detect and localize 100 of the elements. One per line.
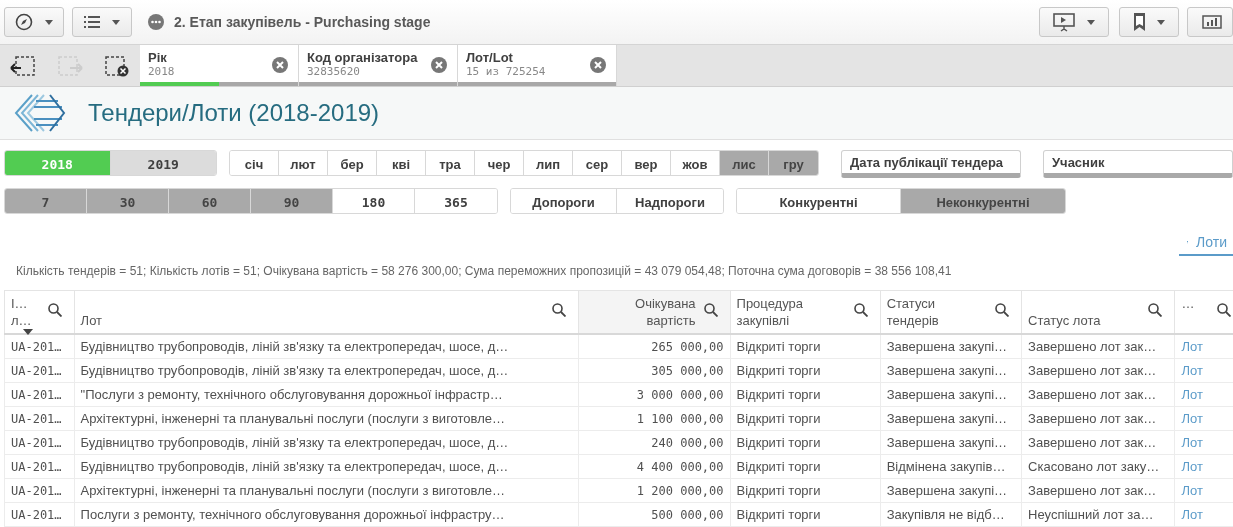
sheet-title: 2. Етап закупівель - Purchasing stage xyxy=(174,14,431,30)
table-cell: Завершена закупі… xyxy=(886,411,1008,426)
table-cell: Відкриті торги xyxy=(736,459,821,474)
caret-icon xyxy=(45,19,53,25)
table-cell: UA-201… xyxy=(11,363,62,378)
table-cell: Відкриті торги xyxy=(736,363,821,378)
navigation-button[interactable] xyxy=(4,7,64,37)
table-cell: Завершено лот зак… xyxy=(1028,411,1157,426)
selection-chip[interactable]: Рік 2018 xyxy=(140,45,299,86)
filter-option[interactable]: лис xyxy=(720,151,770,175)
filter-option[interactable]: гру xyxy=(769,151,818,175)
table-cell: UA-201… xyxy=(11,339,62,354)
compass-icon xyxy=(15,13,33,31)
field-label: Рік xyxy=(148,50,168,65)
table-cell: 1 100 000,00 xyxy=(636,411,724,426)
table-cell: UA-201… xyxy=(11,435,62,450)
table-cell: UA-201… xyxy=(11,459,62,474)
table-cell: Відкриті торги xyxy=(736,483,821,498)
filter-option[interactable]: січ xyxy=(230,151,280,175)
clear-icon[interactable] xyxy=(590,57,606,73)
table-cell: Відкриті торги xyxy=(736,507,821,522)
caret-icon xyxy=(1087,19,1095,25)
table-cell: Завершена закупі… xyxy=(886,483,1008,498)
table-cell: UA-201… xyxy=(11,411,62,426)
table-cell: Відкриті торги xyxy=(736,411,821,426)
table-cell: Неуспішний лот за… xyxy=(1028,507,1154,522)
filter-option[interactable]: 2019 xyxy=(110,151,217,175)
table-cell: "Послуги з ремонту, технічного обслуговування дорожньої інфрастр… xyxy=(80,387,503,402)
filter-option[interactable]: 30 xyxy=(87,189,169,213)
back-selection-icon[interactable] xyxy=(10,54,37,77)
filter-option[interactable]: Конкурентні xyxy=(737,189,901,213)
table-cell: 500 000,00 xyxy=(651,507,724,522)
table-cell: Завершена закупі… xyxy=(886,435,1008,450)
column-header[interactable]: Статус лота xyxy=(1028,312,1101,329)
selection-value: 2018 xyxy=(148,65,175,79)
column-header[interactable]: Лот xyxy=(80,312,103,329)
clear-selections-icon[interactable] xyxy=(103,54,130,77)
sheets-menu-button[interactable] xyxy=(72,7,132,37)
list-icon xyxy=(84,16,100,28)
table-cell: Завершена закупі… xyxy=(886,363,1008,378)
table-cell: Завершено лот зак… xyxy=(1028,363,1157,378)
table-cell: Будівництво трубопроводів, ліній зв'язку та електропередач, шосе, д… xyxy=(80,363,509,378)
filter-option[interactable]: 60 xyxy=(169,189,251,213)
table-cell: 3 000 000,00 xyxy=(636,387,724,402)
clear-icon[interactable] xyxy=(272,57,288,73)
chart-button[interactable] xyxy=(1187,7,1233,37)
table-cell: Будівництво трубопроводів, ліній зв'язку та електропередач, шосе, д… xyxy=(80,459,509,474)
bookmark-icon xyxy=(1133,13,1145,31)
table-cell: Закупівля не відб… xyxy=(886,507,1005,522)
filter-option[interactable]: Допороги xyxy=(511,189,617,213)
caret-icon xyxy=(1156,19,1165,25)
column-header[interactable]: … xyxy=(1181,295,1195,312)
search-icon[interactable] xyxy=(552,303,567,317)
filter-option[interactable]: Неконкурентні xyxy=(901,189,1065,213)
selection-chip[interactable]: Лот/Lot 15 из 725254 xyxy=(458,45,617,86)
selection-value: 32835620 xyxy=(307,65,361,79)
more-icon[interactable] xyxy=(148,14,164,30)
search-icon[interactable] xyxy=(1148,303,1163,317)
bar-chart-icon xyxy=(1202,15,1222,29)
table-cell: 265 000,00 xyxy=(651,339,724,354)
table-cell: Архітектурні, інженерні та планувальні послуги (послуги з виготовле… xyxy=(80,483,505,498)
search-icon[interactable] xyxy=(703,303,718,317)
table-cell: Завершена закупі… xyxy=(886,339,1008,354)
table-cell: Відкриті торги xyxy=(736,339,821,354)
table-cell: Завершено лот зак… xyxy=(1028,339,1157,354)
summary-text: Кількість тендерів = 51; Кількість лотів = 51; Очікувана вартість = 58 276 300,00; Сума переможних пропозицій = 43 079 054,48; Поточна сума договорів = 38 556 108,41 xyxy=(15,263,953,278)
field-label: Лот/Lot xyxy=(466,50,514,65)
search-icon[interactable] xyxy=(47,303,62,317)
presentation-button[interactable] xyxy=(1039,7,1109,37)
sheet-heading: Тендери/Лоти (2018-2019) xyxy=(88,99,380,127)
table-cell: UA-201… xyxy=(11,483,62,498)
bookmark-button[interactable] xyxy=(1119,7,1179,37)
table-cell: Завершено лот зак… xyxy=(1028,483,1157,498)
table-cell: Послуги з ремонту, технічного обслуговування дорожньої інфрастру… xyxy=(80,507,505,522)
table-cell: UA-201… xyxy=(11,507,62,522)
clear-icon[interactable] xyxy=(431,57,447,73)
selection-chip[interactable]: Код організатора 32835620 xyxy=(299,45,458,86)
search-icon[interactable] xyxy=(1217,303,1231,317)
table-cell: Завершена закупі… xyxy=(886,387,1008,402)
search-icon[interactable] xyxy=(995,303,1010,317)
filter-option[interactable]: 7 xyxy=(5,189,87,213)
table-cell: 1 200 000,00 xyxy=(636,483,724,498)
table-cell: Відкриті торги xyxy=(736,435,821,450)
table-cell: Будівництво трубопроводів, ліній зв'язку та електропередач, шосе, д… xyxy=(80,435,509,450)
table-cell: Архітектурні, інженерні та планувальні послуги (послуги з виготовле… xyxy=(80,411,505,426)
filter-pane[interactable]: Учасник xyxy=(1043,150,1233,178)
search-icon[interactable] xyxy=(853,303,868,317)
filter-pane[interactable]: Дата публікації тендера xyxy=(841,150,1021,178)
table-cell: 4 400 000,00 xyxy=(636,459,724,474)
filter-option[interactable]: 90 xyxy=(251,189,333,213)
field-label: Код організатора xyxy=(307,50,418,65)
table-cell: 305 000,00 xyxy=(651,363,724,378)
table-cell: Відмінена закупів… xyxy=(886,459,1006,474)
table-cell: Відкриті торги xyxy=(736,387,821,402)
presentation-icon xyxy=(1053,12,1075,32)
table-cell: 240 000,00 xyxy=(651,435,724,450)
table-cell: Завершено лот зак… xyxy=(1028,435,1157,450)
selection-value: 15 из 725254 xyxy=(466,65,546,79)
table-cell: UA-201… xyxy=(11,387,62,402)
table-cell: Завершено лот зак… xyxy=(1028,387,1157,402)
